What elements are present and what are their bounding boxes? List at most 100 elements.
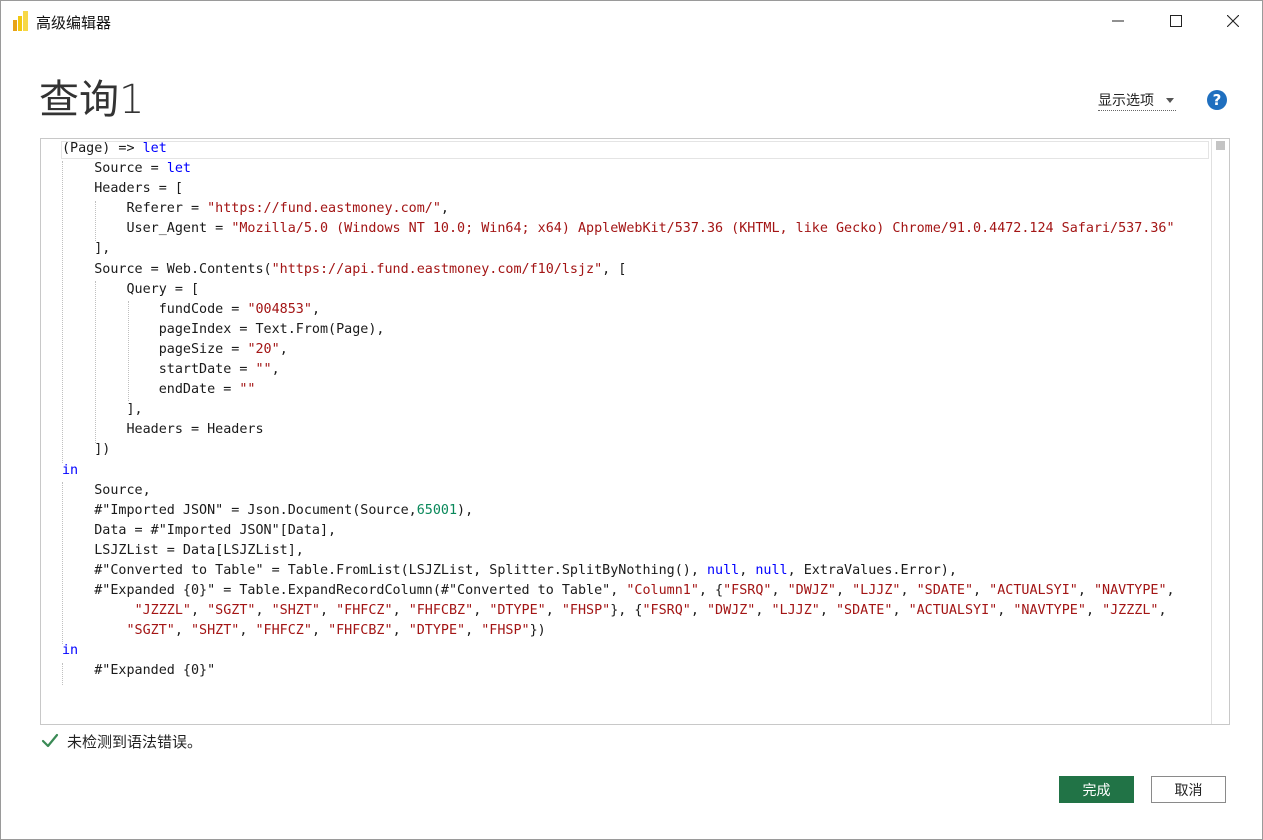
code-content[interactable]: (Page) => let Source = let Headers = [ R… [62, 139, 1175, 682]
maximize-button[interactable] [1147, 1, 1205, 41]
code-line[interactable]: ]) [62, 440, 1175, 460]
code-token: ]) [62, 442, 111, 458]
code-token: Query = [ [62, 281, 200, 297]
code-line[interactable]: fundCode = "004853", [62, 300, 1175, 320]
code-token: "JZZZL" [1102, 603, 1159, 619]
code-token: , [892, 603, 909, 619]
code-token: #"Imported JSON" = Json.Document(Source, [62, 502, 417, 518]
code-line[interactable]: pageIndex = Text.From(Page), [62, 320, 1175, 340]
code-line[interactable]: Referer = "https://fund.eastmoney.com/", [62, 199, 1175, 219]
code-token: ], [62, 241, 111, 257]
code-token: "FSRQ" [642, 603, 691, 619]
minimize-icon [1112, 20, 1124, 22]
code-line[interactable]: User_Agent = "Mozilla/5.0 (Windows NT 10… [62, 219, 1175, 239]
display-options-dropdown[interactable]: 显示选项 [1098, 90, 1176, 111]
code-token: "DWJZ" [707, 603, 756, 619]
code-token: "DWJZ" [787, 583, 836, 599]
code-token: fundCode = [62, 301, 248, 317]
code-token: null [755, 562, 788, 578]
code-line[interactable]: #"Converted to Table" = Table.FromList(L… [62, 561, 1175, 581]
code-token: "Column1" [626, 583, 699, 599]
vertical-scrollbar[interactable] [1211, 139, 1229, 724]
code-token: let [166, 161, 191, 177]
code-token: Data = #"Imported JSON"[Data], [62, 522, 337, 538]
display-options-label: 显示选项 [1098, 93, 1154, 109]
code-token: "SDATE" [836, 603, 893, 619]
code-line[interactable]: Source = let [62, 159, 1175, 179]
code-token: "" [239, 382, 256, 398]
code-line[interactable]: ], [62, 239, 1175, 259]
chevron-down-icon [1166, 97, 1174, 103]
code-line[interactable]: startDate = "", [62, 360, 1175, 380]
minimize-button[interactable] [1089, 1, 1147, 41]
title-bar: 高级编辑器 [1, 1, 1262, 41]
code-line[interactable]: Headers = [ [62, 179, 1175, 199]
code-line[interactable]: Query = [ [62, 280, 1175, 300]
code-token: startDate = [62, 362, 256, 378]
code-token: "ACTUALSYI" [989, 583, 1078, 599]
code-line[interactable]: #"Imported JSON" = Json.Document(Source,… [62, 501, 1175, 521]
code-token: "20" [247, 341, 280, 357]
code-token: ], [62, 402, 143, 418]
code-token: , [174, 623, 191, 639]
code-token: "SHZT" [191, 623, 240, 639]
code-token: in [62, 462, 79, 478]
code-token: pageIndex = Text.From(Page), [62, 321, 385, 337]
done-button[interactable]: 完成 [1059, 776, 1134, 803]
code-token: "NAVTYPE" [1013, 603, 1086, 619]
syntax-status: 未检测到语法错误。 [41, 730, 202, 752]
code-token: "ACTUALSYI" [908, 603, 998, 619]
code-token: "https://api.fund.eastmoney.com/f10/lsjz… [271, 261, 603, 277]
code-line[interactable]: LSJZList = Data[LSJZList], [62, 541, 1175, 561]
syntax-status-message: 未检测到语法错误。 [67, 732, 203, 751]
code-line[interactable]: pageSize = "20", [62, 340, 1175, 360]
code-token: , [473, 603, 490, 619]
code-line[interactable]: endDate = "" [62, 380, 1175, 400]
code-line[interactable]: ], [62, 400, 1175, 420]
code-line[interactable]: in [62, 461, 1175, 481]
code-token: , [755, 603, 772, 619]
code-line[interactable]: #"Expanded {0}" = Table.ExpandRecordColu… [62, 581, 1174, 601]
code-line[interactable]: #"Expanded {0}" [62, 661, 1175, 681]
code-line[interactable]: "SGZT", "SHZT", "FHFCZ", "FHFCBZ", "DTYP… [62, 621, 1175, 641]
code-line[interactable]: Source = Web.Contents("https://api.fund.… [62, 260, 1175, 280]
code-token: , { [698, 583, 724, 599]
help-icon[interactable]: ? [1207, 90, 1227, 110]
code-line[interactable]: in [62, 641, 1175, 661]
close-icon [1227, 15, 1239, 27]
code-token: Source = [62, 161, 167, 177]
cancel-button[interactable]: 取消 [1151, 776, 1226, 803]
code-token: Headers = Headers [62, 422, 264, 438]
code-token: #"Expanded {0}" = Table.ExpandRecordColu… [62, 583, 627, 599]
code-token: , [440, 201, 449, 217]
code-token: null [706, 562, 740, 578]
code-line[interactable]: (Page) => let [62, 139, 1175, 159]
code-token: "SHZT" [271, 603, 320, 619]
close-button[interactable] [1204, 1, 1262, 41]
code-token: , [255, 603, 272, 619]
code-line[interactable]: Source, [62, 481, 1175, 501]
code-token: "004853" [247, 301, 312, 317]
code-token: "SGZT" [126, 623, 175, 639]
code-token: , [311, 623, 329, 639]
maximize-icon [1170, 15, 1182, 27]
scrollbar-thumb[interactable] [1216, 141, 1225, 150]
code-token: , [1085, 603, 1103, 619]
code-token: (Page) => [62, 141, 143, 156]
code-token: "FHFCZ" [255, 623, 312, 639]
code-token: Headers = [ [62, 181, 183, 197]
code-editor[interactable]: (Page) => let Source = let Headers = [ R… [40, 138, 1230, 725]
code-token: , [239, 623, 256, 639]
code-line[interactable]: Data = #"Imported JSON"[Data], [62, 521, 1175, 541]
code-token: Source, [62, 482, 151, 498]
code-line[interactable]: Headers = Headers [62, 420, 1175, 440]
advanced-editor-window: 高级编辑器 查询1 显示选项 ? (Page) => let Source = … [0, 0, 1263, 840]
code-token: , [545, 603, 562, 619]
code-token: , [279, 341, 288, 357]
code-line[interactable]: "JZZZL", "SGZT", "SHZT", "FHFCZ", "FHFCB… [62, 601, 1175, 621]
code-token: #"Converted to Table" = Table.FromList(L… [62, 562, 707, 578]
code-token: , ExtraValues.Error), [787, 562, 957, 578]
code-token: , [819, 603, 836, 619]
